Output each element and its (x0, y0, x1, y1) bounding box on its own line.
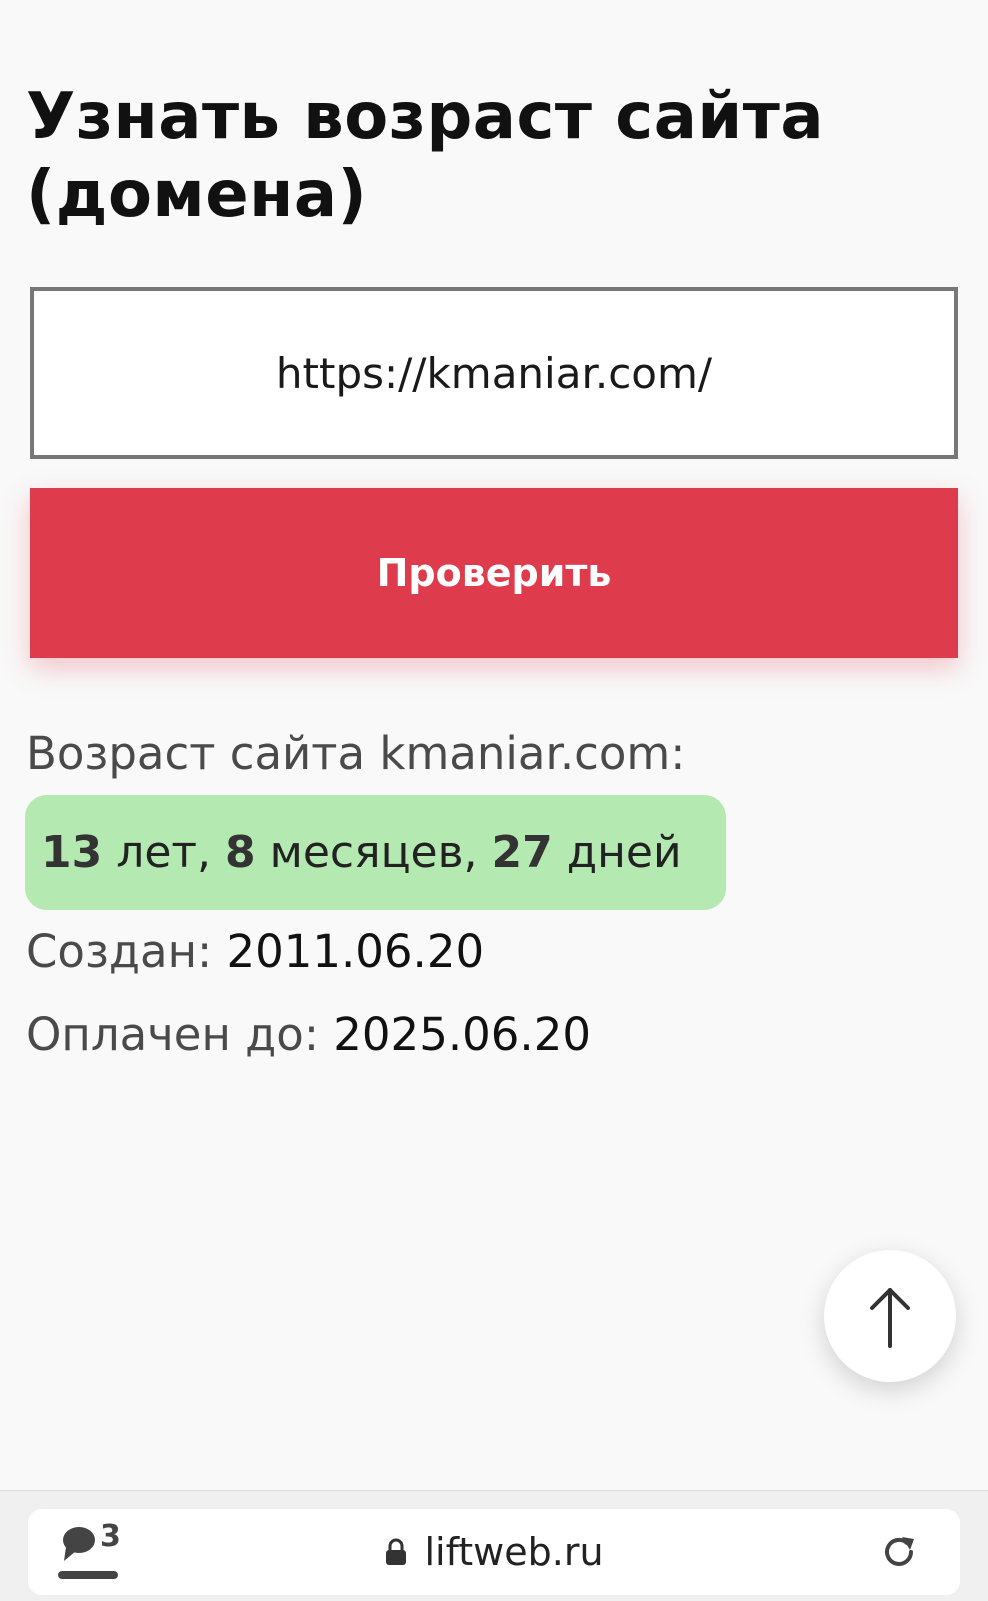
browser-bottom-bar: 3 liftweb.ru (0, 1490, 988, 1601)
reload-button[interactable] (878, 1531, 920, 1573)
paid-until-label: Оплачен до: (26, 1008, 334, 1061)
arrow-up-icon (870, 1288, 910, 1348)
created-line: Создан: 2011.06.20 (26, 922, 484, 982)
url-input[interactable] (30, 287, 958, 459)
lock-icon (386, 1538, 407, 1565)
age-years: 13 (41, 827, 103, 878)
age-months-unit: месяцев, (255, 827, 492, 878)
created-label: Создан: (26, 925, 227, 978)
created-date: 2011.06.20 (226, 925, 485, 978)
check-button[interactable]: Проверить (30, 488, 958, 658)
paid-until-line: Оплачен до: 2025.06.20 (26, 1005, 591, 1065)
page-title: Узнать возраст сайта (домена) (26, 80, 824, 232)
paid-until-date: 2025.06.20 (333, 1008, 591, 1061)
age-months: 8 (225, 827, 256, 878)
result-heading: Возраст сайта kmaniar.com: (26, 727, 686, 780)
age-days-unit: дней (552, 827, 682, 878)
age-years-unit: лет, (102, 827, 226, 878)
address-bar: 3 liftweb.ru (28, 1509, 960, 1595)
age-days: 27 (491, 827, 553, 878)
scroll-to-top-button[interactable] (824, 1250, 956, 1382)
site-age-badge: 13 лет, 8 месяцев, 27 дней (25, 795, 726, 910)
address-url[interactable]: liftweb.ru (28, 1509, 960, 1595)
reload-icon (885, 1537, 914, 1566)
domain-text: liftweb.ru (424, 1530, 604, 1574)
